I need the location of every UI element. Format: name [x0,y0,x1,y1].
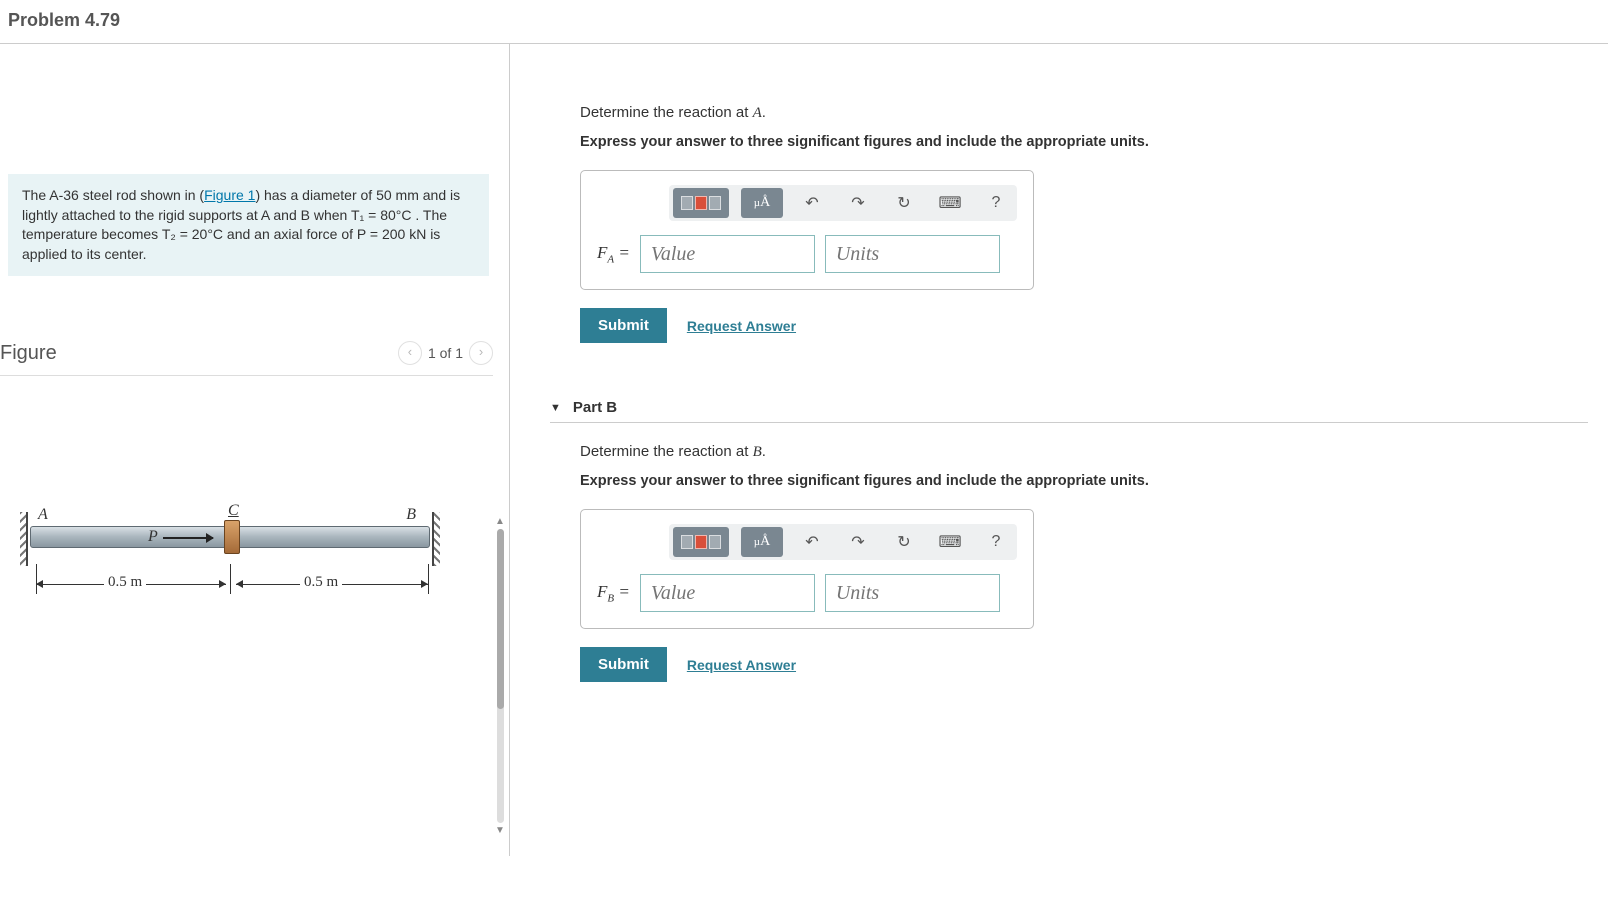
part-a-units-input[interactable] [825,235,1000,273]
part-b-header[interactable]: ▼ Part B [550,393,1588,423]
part-b: Determine the reaction at B. Express you… [580,443,1588,682]
right-panel: Determine the reaction at A. Express you… [510,44,1608,856]
label-c: C [228,502,239,520]
part-b-submit-button[interactable]: Submit [580,647,667,682]
part-b-answer-row: FB = [597,574,1017,612]
reset-button[interactable]: ↻ [887,527,921,557]
figure-link[interactable]: Figure 1 [204,187,255,203]
label-p: P [148,528,158,546]
scroll-up-icon: ▲ [495,516,505,527]
part-a: Determine the reaction at A. Express you… [580,104,1588,343]
scroll-down-icon: ▼ [495,825,505,836]
undo-button[interactable]: ↶ [795,527,829,557]
answer-var: F [597,243,607,262]
figure-prev-button[interactable]: ‹ [398,341,422,365]
label-b: B [406,506,416,524]
prompt-var: B [753,444,762,460]
answer-var: F [597,582,607,601]
part-a-prompt: Determine the reaction at A. [580,104,1588,122]
problem-title: Problem 4.79 [8,10,1600,31]
wall-left-icon [20,512,28,566]
part-a-instructions: Express your answer to three significant… [580,134,1588,150]
redo-button[interactable]: ↷ [841,188,875,218]
part-a-answer-box: µÅ ↶ ↷ ↻ ⌨ ? FA = [580,170,1034,290]
part-b-answer-box: µÅ ↶ ↷ ↻ ⌨ ? FB = [580,509,1034,629]
part-b-request-answer-link[interactable]: Request Answer [687,657,796,673]
figure-area: A B C P 0.5 m 0.5 m ▲ ▼ [0,506,499,846]
page-header: Problem 4.79 [0,0,1608,44]
undo-button[interactable]: ↶ [795,188,829,218]
part-b-title: Part B [573,399,617,416]
part-a-submit-row: Submit Request Answer [580,308,1588,343]
wall-right-icon [432,512,440,566]
units-tool-button[interactable]: µÅ [741,188,783,218]
dim-tick [428,564,429,594]
collar-icon [224,520,240,554]
help-button[interactable]: ? [979,527,1013,557]
answer-eq: = [614,243,630,262]
keyboard-button[interactable]: ⌨ [933,188,967,218]
dim-text-2: 0.5 m [300,574,342,591]
label-a: A [38,506,48,524]
problem-text-1: The A-36 steel rod shown in ( [22,187,204,203]
part-a-request-answer-link[interactable]: Request Answer [687,318,796,334]
prompt-text: Determine the reaction at [580,104,753,121]
help-button[interactable]: ? [979,188,1013,218]
scroll-thumb [497,529,504,709]
part-b-units-input[interactable] [825,574,1000,612]
figure-header: Figure ‹ 1 of 1 › [0,341,493,376]
prompt-text: Determine the reaction at [580,443,753,460]
part-b-value-input[interactable] [640,574,815,612]
part-b-submit-row: Submit Request Answer [580,647,1588,682]
figure-title: Figure [0,342,57,365]
part-b-instructions: Express your answer to three significant… [580,473,1588,489]
part-b-toolbar: µÅ ↶ ↷ ↻ ⌨ ? [669,524,1017,560]
part-b-prompt: Determine the reaction at B. [580,443,1588,461]
units-tool-button[interactable]: µÅ [741,527,783,557]
part-a-value-input[interactable] [640,235,815,273]
template-tool-button[interactable] [673,527,729,557]
dim-tick [36,564,37,594]
figure-nav-text: 1 of 1 [428,345,463,361]
answer-eq: = [614,582,630,601]
part-a-submit-button[interactable]: Submit [580,308,667,343]
scroll-track [497,529,504,823]
part-a-toolbar: µÅ ↶ ↷ ↻ ⌨ ? [669,185,1017,221]
figure-scrollbar[interactable]: ▲ ▼ [495,516,505,836]
reset-button[interactable]: ↻ [887,188,921,218]
collapse-caret-icon: ▼ [550,402,561,414]
figure-next-button[interactable]: › [469,341,493,365]
answer-label-fb: FB = [597,582,630,604]
prompt-text: . [762,443,766,460]
prompt-text: . [762,104,766,121]
redo-button[interactable]: ↷ [841,527,875,557]
dim-text-1: 0.5 m [104,574,146,591]
prompt-var: A [753,105,762,121]
left-panel: The A-36 steel rod shown in (Figure 1) h… [0,44,510,856]
figure-nav: ‹ 1 of 1 › [398,341,493,365]
part-a-answer-row: FA = [597,235,1017,273]
force-arrow-icon [163,537,213,539]
answer-label-fa: FA = [597,243,630,265]
problem-statement: The A-36 steel rod shown in (Figure 1) h… [8,174,489,276]
figure-diagram: A B C P 0.5 m 0.5 m [20,506,440,636]
template-tool-button[interactable] [673,188,729,218]
dim-tick [230,564,231,594]
keyboard-button[interactable]: ⌨ [933,527,967,557]
